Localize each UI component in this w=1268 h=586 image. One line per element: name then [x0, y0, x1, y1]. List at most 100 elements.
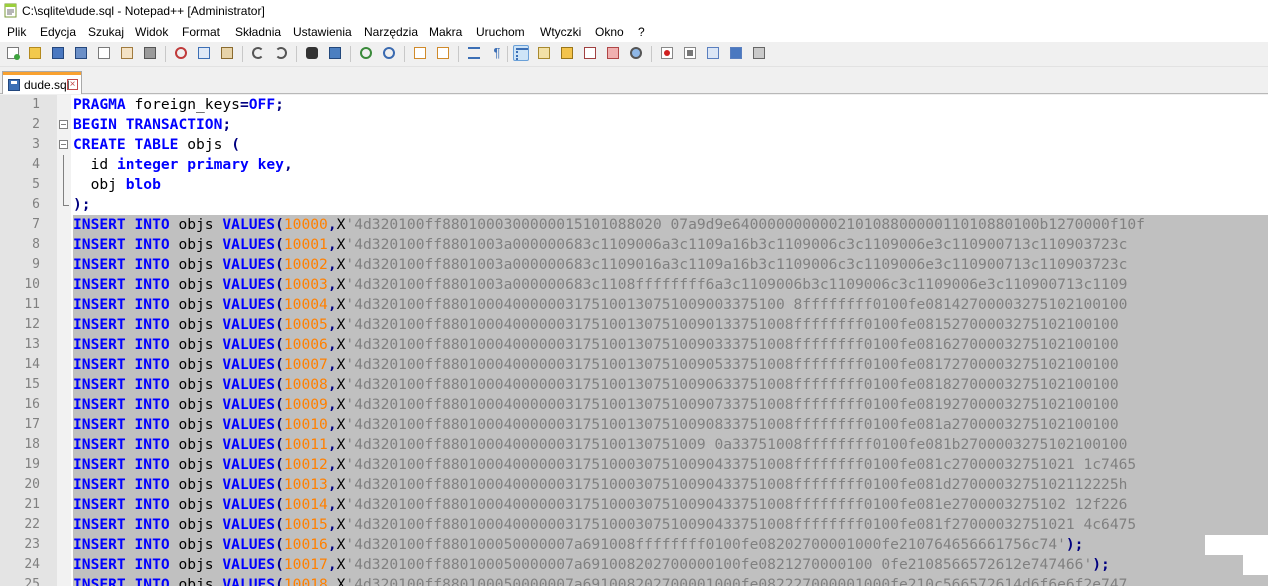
find-icon[interactable] [304, 45, 320, 61]
line-number: 24 [24, 557, 40, 572]
editor[interactable]: 1 PRAGMA foreign_keys=OFF; 2 BEGIN TRANSACT… [0, 95, 1268, 586]
show-all-chars-icon[interactable]: ¶ [489, 45, 505, 61]
code-line[interactable]: 1 PRAGMA foreign_keys=OFF; [0, 95, 1268, 115]
undo-icon[interactable] [250, 45, 266, 61]
code-line[interactable]: 5 obj blob [0, 175, 1268, 195]
line-number: 5 [32, 177, 40, 192]
save-all-icon[interactable] [73, 45, 89, 61]
code-line[interactable]: 4 id integer primary key, [0, 155, 1268, 175]
table-name: objs [178, 216, 223, 233]
sql-keyword: INSERT INTO [73, 236, 179, 253]
stop-macro-icon[interactable] [682, 45, 698, 61]
punctuation: , [327, 396, 337, 413]
menu-makra[interactable]: Makra [429, 25, 462, 39]
toolbar-separator [651, 46, 652, 62]
monitoring-icon[interactable] [628, 45, 644, 61]
new-file-icon[interactable] [5, 45, 21, 61]
redo-icon[interactable] [273, 45, 289, 61]
menu-skladnia[interactable]: Składnia [235, 25, 281, 39]
menu-okno[interactable]: Okno [595, 25, 624, 39]
print-icon[interactable] [142, 45, 158, 61]
menu-bar: Plik Edycja Szukaj Widok Format Składnia… [0, 22, 1268, 42]
sync-vertical-icon[interactable] [412, 45, 428, 61]
punctuation: ( [275, 416, 284, 433]
table-name: objs [178, 516, 223, 533]
code-line[interactable]: 21 INSERT INTO objs VALUES(10014,X'4d3201… [0, 495, 1268, 515]
blob-literal: '4d320100ff88010004000000317510013075100… [345, 356, 1119, 373]
menu-szukaj[interactable]: Szukaj [88, 25, 124, 39]
code-line[interactable]: 23 INSERT INTO objs VALUES(10016,X'4d3201… [0, 535, 1268, 555]
paste-icon[interactable] [219, 45, 235, 61]
menu-ustawienia[interactable]: Ustawienia [293, 25, 352, 39]
menu-narzedzia[interactable]: Narzędzia [364, 25, 418, 39]
code-line[interactable]: 18 INSERT INTO objs VALUES(10011,X'4d3201… [0, 435, 1268, 455]
code-line[interactable]: 11 INSERT INTO objs VALUES(10004,X'4d3201… [0, 295, 1268, 315]
code-line[interactable]: 12 INSERT INTO objs VALUES(10005,X'4d3201… [0, 315, 1268, 335]
active-tab-accent [3, 72, 81, 75]
document-map-icon[interactable] [559, 45, 575, 61]
code-line[interactable]: 8 INSERT INTO objs VALUES(10001,X'4d32010… [0, 235, 1268, 255]
close-all-icon[interactable] [119, 45, 135, 61]
code-line[interactable]: 17 INSERT INTO objs VALUES(10010,X'4d3201… [0, 415, 1268, 435]
row-id-value: 10005 [283, 316, 328, 333]
code-line[interactable]: 3 CREATE TABLE objs ( [0, 135, 1268, 155]
code-line[interactable]: 6); [0, 195, 1268, 215]
code-line[interactable]: 2 BEGIN TRANSACTION; [0, 115, 1268, 135]
code-line[interactable]: 13 INSERT INTO objs VALUES(10006,X'4d3201… [0, 335, 1268, 355]
code-line[interactable]: 15 INSERT INTO objs VALUES(10008,X'4d3201… [0, 375, 1268, 395]
fold-toggle-icon[interactable] [59, 120, 68, 129]
toolbar-separator [350, 46, 351, 62]
code-line[interactable]: 10 INSERT INTO objs VALUES(10003,X'4d3201… [0, 275, 1268, 295]
code-line[interactable]: 7 INSERT INTO objs VALUES(10000,X'4d32010… [0, 215, 1268, 235]
code-line[interactable]: 14 INSERT INTO objs VALUES(10007,X'4d3201… [0, 355, 1268, 375]
folder-workspace-icon[interactable] [605, 45, 621, 61]
toolbar-separator [242, 46, 243, 62]
code-text: INSERT INTO objs VALUES(10012,X'4d320100… [73, 456, 1136, 474]
punctuation: ( [275, 296, 284, 313]
menu-uruchom[interactable]: Uruchom [476, 25, 525, 39]
zoom-out-icon[interactable] [381, 45, 397, 61]
save-icon[interactable] [50, 45, 66, 61]
menu-plik[interactable]: Plik [7, 25, 26, 39]
menu-help[interactable]: ? [638, 25, 645, 39]
word-wrap-icon[interactable] [466, 45, 482, 61]
tab-close-icon[interactable]: × [67, 79, 78, 90]
save-macro-icon[interactable] [751, 45, 767, 61]
menu-format[interactable]: Format [182, 25, 220, 39]
record-macro-icon[interactable] [659, 45, 675, 61]
code-line[interactable]: 24 INSERT INTO objs VALUES(10017,X'4d3201… [0, 555, 1268, 575]
table-name: objs [178, 376, 223, 393]
code-line[interactable]: 20 INSERT INTO objs VALUES(10013,X'4d3201… [0, 475, 1268, 495]
menu-edycja[interactable]: Edycja [40, 25, 76, 39]
cut-icon[interactable] [173, 45, 189, 61]
zoom-in-icon[interactable] [358, 45, 374, 61]
code-line[interactable]: 16 INSERT INTO objs VALUES(10009,X'4d3201… [0, 395, 1268, 415]
function-list-icon[interactable] [582, 45, 598, 61]
code-line[interactable]: 9 INSERT INTO objs VALUES(10002,X'4d32010… [0, 255, 1268, 275]
code-text: INSERT INTO objs VALUES(10018,X'4d320100… [73, 576, 1127, 586]
row-id-value: 10018 [283, 576, 328, 586]
copy-icon[interactable] [196, 45, 212, 61]
menu-widok[interactable]: Widok [135, 25, 168, 39]
punctuation: , [327, 316, 337, 333]
run-macro-multiple-icon[interactable] [728, 45, 744, 61]
indent-guide-icon[interactable] [513, 45, 529, 61]
toolbar: ¶ [0, 42, 1268, 67]
code-line[interactable]: 25 INSERT INTO objs VALUES(10018,X'4d3201… [0, 575, 1268, 586]
toolbar-separator [165, 46, 166, 62]
close-icon[interactable] [96, 45, 112, 61]
replace-icon[interactable] [327, 45, 343, 61]
open-file-icon[interactable] [27, 45, 43, 61]
fold-toggle-icon[interactable] [59, 140, 68, 149]
code-line[interactable]: 22 INSERT INTO objs VALUES(10015,X'4d3201… [0, 515, 1268, 535]
line-number: 11 [24, 297, 40, 312]
tab-dude-sql[interactable]: dude.sql × [2, 71, 82, 94]
code-line[interactable]: 19 INSERT INTO objs VALUES(10012,X'4d3201… [0, 455, 1268, 475]
menu-wtyczki[interactable]: Wtyczki [540, 25, 581, 39]
user-language-icon[interactable] [536, 45, 552, 61]
sql-keyword: INSERT INTO [73, 356, 179, 373]
play-macro-icon[interactable] [705, 45, 721, 61]
sync-horizontal-icon[interactable] [435, 45, 451, 61]
line-number: 20 [24, 477, 40, 492]
code-text: INSERT INTO objs VALUES(10015,X'4d320100… [73, 516, 1136, 534]
